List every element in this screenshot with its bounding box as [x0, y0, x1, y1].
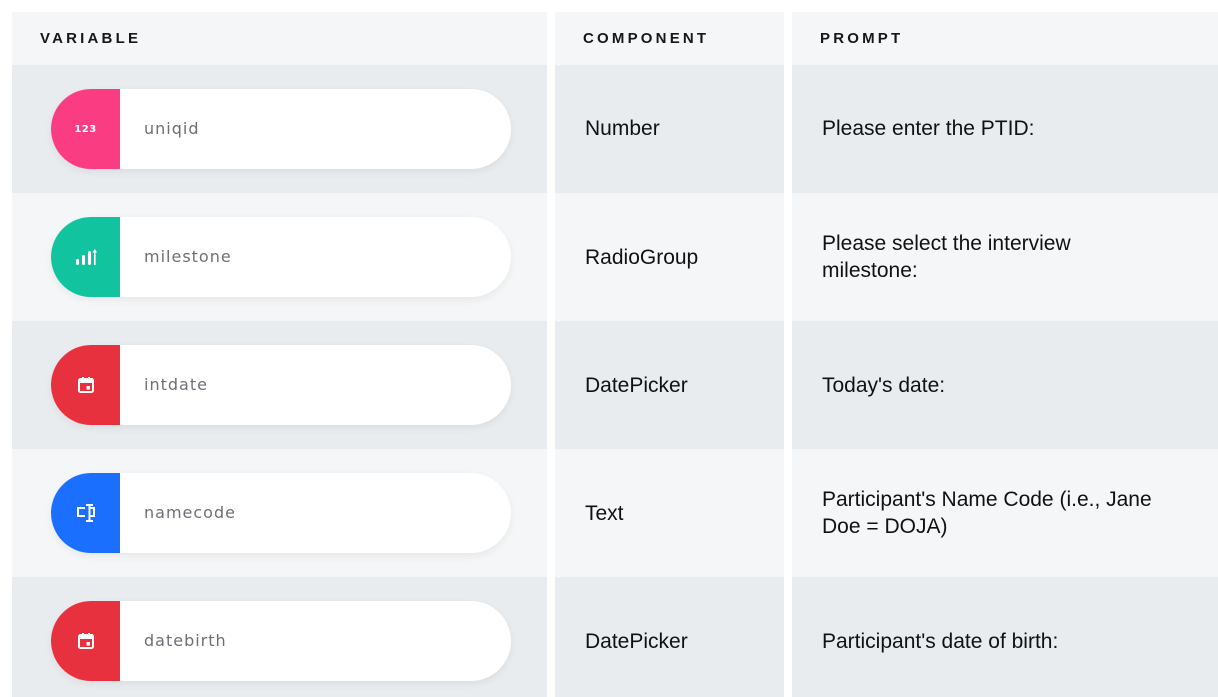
component-header-label: COMPONENT — [583, 30, 710, 47]
signal-bars-icon — [75, 249, 97, 265]
prompt-text: Participant's date of birth: — [822, 630, 1059, 653]
variable-chip-namecode[interactable]: namecode — [51, 473, 511, 553]
variable-chip-uniqid[interactable]: 123 uniqid — [51, 89, 511, 169]
component-label: DatePicker — [585, 630, 688, 653]
variable-chip-intdate[interactable]: intdate — [51, 345, 511, 425]
variable-name: milestone — [144, 247, 232, 266]
prompt-text: Participant's Name Code (i.e., Jane Doe … — [822, 488, 1152, 538]
variable-name: namecode — [144, 503, 236, 522]
prompt-column-header: PROMPT — [792, 12, 1218, 65]
prompt-text: Please select the interview milestone: — [822, 232, 1071, 282]
calendar-icon — [77, 377, 94, 393]
number-123-icon: 123 — [74, 123, 97, 135]
component-label: RadioGroup — [585, 246, 699, 269]
component-label: DatePicker — [585, 374, 688, 397]
variable-name: uniqid — [144, 119, 200, 138]
prompt-text: Today's date: — [822, 374, 946, 397]
variable-name: datebirth — [144, 631, 227, 650]
component-label: Text — [585, 502, 624, 525]
prompt-text: Please enter the PTID: — [822, 117, 1035, 140]
component-label: Number — [585, 117, 660, 140]
text-cursor-icon — [76, 504, 95, 522]
variable-name: intdate — [144, 375, 208, 394]
prompt-header-label: PROMPT — [820, 30, 904, 47]
calendar-icon — [77, 633, 94, 649]
variable-chip-datebirth[interactable]: datebirth — [51, 601, 511, 681]
variable-chip-milestone[interactable]: milestone — [51, 217, 511, 297]
variable-column-header: VARIABLE — [12, 12, 547, 65]
component-column-header: COMPONENT — [555, 12, 784, 65]
variable-header-label: VARIABLE — [40, 30, 142, 47]
